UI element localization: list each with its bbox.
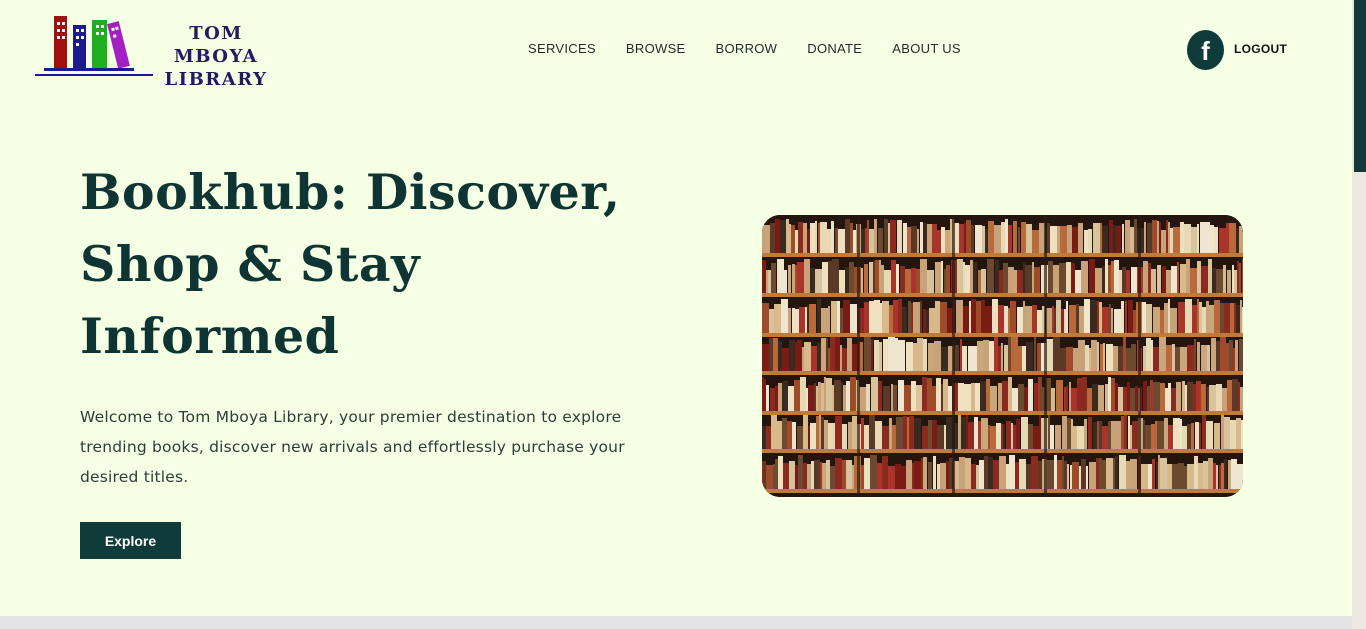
nav-about-us[interactable]: ABOUT US bbox=[892, 41, 961, 56]
bookshelf-image bbox=[762, 215, 1243, 497]
hero-title-line1: Bookhub: Discover, bbox=[80, 163, 621, 221]
logout-button[interactable]: LOGOUT bbox=[1234, 42, 1287, 56]
nav-browse[interactable]: BROWSE bbox=[626, 41, 686, 56]
main-nav: SERVICES BROWSE BORROW DONATE ABOUT US bbox=[528, 41, 961, 56]
hero-title: Bookhub: Discover, Shop & Stay Informed bbox=[80, 156, 640, 372]
nav-donate[interactable]: DONATE bbox=[807, 41, 862, 56]
nav-services[interactable]: SERVICES bbox=[528, 41, 596, 56]
scrollbar-thumb[interactable] bbox=[1354, 0, 1366, 172]
bottom-scroll-area bbox=[0, 616, 1352, 629]
bookshelf-photo-icon bbox=[762, 215, 1243, 497]
bookshelf-logo-icon bbox=[35, 16, 153, 76]
library-name: TOM MBOYA LIBRARY bbox=[146, 22, 286, 91]
hero-description: Welcome to Tom Mboya Library, your premi… bbox=[80, 408, 625, 486]
facebook-icon[interactable]: f bbox=[1187, 30, 1224, 70]
hero-title-line3: Informed bbox=[80, 307, 340, 365]
hero-title-line2: Shop & Stay bbox=[80, 235, 421, 293]
explore-button[interactable]: Explore bbox=[80, 522, 181, 559]
page-background: TOM MBOYA LIBRARY SERVICES BROWSE BORROW… bbox=[0, 0, 1352, 616]
library-name-line2: LIBRARY bbox=[164, 69, 268, 90]
library-name-line1: TOM MBOYA bbox=[173, 23, 259, 67]
vertical-scrollbar[interactable] bbox=[1352, 0, 1366, 629]
nav-borrow[interactable]: BORROW bbox=[716, 41, 778, 56]
